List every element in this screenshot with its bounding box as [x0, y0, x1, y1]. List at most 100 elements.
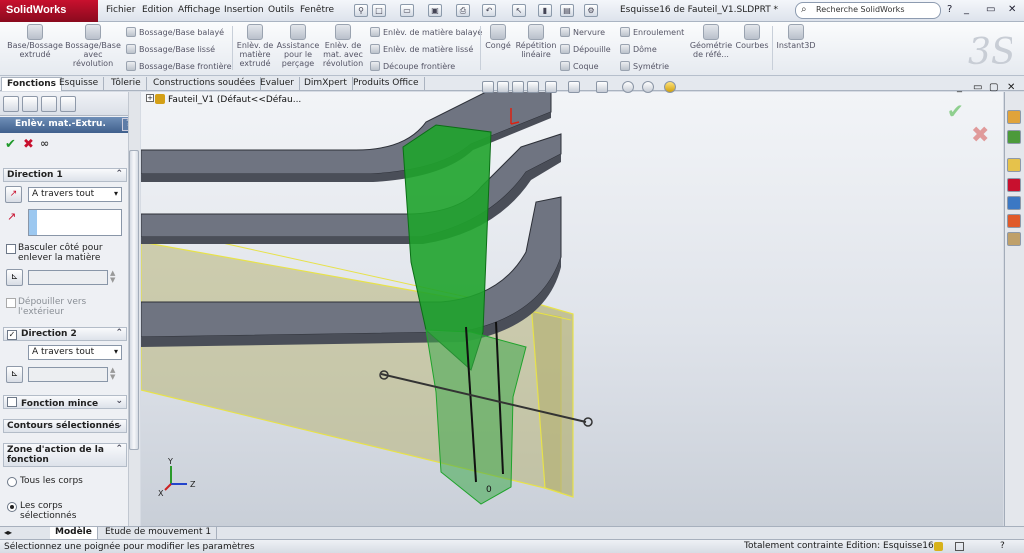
lofted-cut-button[interactable]: Enlèv. de matière lissé	[370, 44, 473, 54]
options-icon[interactable]: ⚙	[584, 4, 598, 17]
boundary-boss-button[interactable]: Bossage/Base frontière	[126, 61, 232, 71]
shell-button[interactable]: Coque	[560, 61, 599, 71]
select-icon[interactable]: ↖	[512, 4, 526, 17]
extruded-cut-button[interactable]: Enlèv. de matière extrudé	[234, 24, 276, 68]
viewport-restore-icon[interactable]: ▭	[973, 82, 982, 93]
thin-feature-checkbox[interactable]	[7, 397, 17, 407]
hole-wizard-button[interactable]: Assistance pour le perçage	[276, 24, 320, 68]
draft-button[interactable]: Dépouille	[560, 44, 611, 54]
model-view[interactable]: 0 Y Z X ✔ ✖	[141, 92, 1003, 526]
scope-header[interactable]: Zone d'action de la fonction ⌃	[3, 443, 127, 467]
confirm-cancel-icon[interactable]: ✖	[971, 123, 989, 148]
wrap-button[interactable]: Enroulement	[620, 27, 684, 37]
tab-dimxpert[interactable]: DimXpert	[299, 77, 353, 91]
open-icon[interactable]: ▭	[400, 4, 414, 17]
revolve-boss-button[interactable]: Bossage/Base avec révolution	[64, 24, 122, 68]
ok-icon[interactable]: ✔	[5, 137, 16, 152]
tab-tolerie[interactable]: Tôlerie	[106, 77, 147, 91]
menu-outils[interactable]: Outils	[268, 5, 294, 15]
view-palette-icon[interactable]	[1007, 178, 1021, 192]
design-library-icon[interactable]	[1007, 130, 1021, 144]
pm-scroll-thumb[interactable]	[129, 150, 139, 450]
reference-geometry-button[interactable]: Géométrie de réfé...	[688, 24, 734, 59]
extrude-boss-button[interactable]: Base/Bossage extrudé	[6, 24, 64, 59]
instant3d-button[interactable]: Instant3D	[774, 24, 818, 50]
tab-scroll-icon[interactable]: ◂▸	[4, 528, 12, 537]
curves-button[interactable]: Courbes	[734, 24, 770, 50]
file-explorer-icon[interactable]	[1007, 158, 1021, 172]
tab-esquisse[interactable]: Esquisse	[54, 77, 105, 91]
flip-side-checkbox[interactable]	[6, 244, 16, 254]
zoom-area-icon[interactable]	[497, 81, 509, 93]
units-icon[interactable]	[955, 542, 964, 551]
draft-angle-field[interactable]	[28, 270, 108, 285]
draft-toggle-2-icon[interactable]: ⊾	[6, 366, 23, 383]
contours-header[interactable]: Contours sélectionnés ⌄	[3, 419, 127, 433]
section-view-icon[interactable]	[527, 81, 539, 93]
menu-edition[interactable]: Edition	[142, 5, 173, 15]
view-orientation-icon[interactable]	[545, 81, 557, 93]
tab-evaluer[interactable]: Evaluer	[255, 77, 300, 91]
reverse-direction-icon[interactable]: ↗	[5, 186, 22, 203]
revolved-cut-button[interactable]: Enlèv. de mat. avec révolution	[320, 24, 366, 68]
mirror-button[interactable]: Symétrie	[620, 61, 669, 71]
all-bodies-radio[interactable]	[7, 477, 17, 487]
expand-tree-icon[interactable]: +	[146, 94, 154, 102]
viewport-minimize-icon[interactable]: _	[957, 82, 962, 93]
draft-angle-2-field[interactable]	[28, 367, 108, 382]
thin-feature-header[interactable]: Fonction mince ⌄	[3, 395, 127, 409]
direction1-header[interactable]: Direction 1 ⌃	[3, 168, 127, 182]
feature-tree-icon[interactable]	[3, 96, 19, 112]
pin-icon[interactable]: ⚲	[354, 4, 368, 17]
menu-insertion[interactable]: Insertion	[224, 5, 264, 15]
direction2-checkbox[interactable]: ✓	[7, 330, 17, 340]
viewport-maximize-icon[interactable]: ▢	[989, 82, 998, 93]
draft-toggle-icon[interactable]: ⊾	[6, 269, 23, 286]
configuration-icon[interactable]	[41, 96, 57, 112]
maximize-icon[interactable]: ▭	[986, 4, 995, 15]
menu-fichier[interactable]: Fichier	[106, 5, 135, 15]
scene-icon[interactable]	[642, 81, 654, 93]
appearances-icon[interactable]	[1007, 214, 1021, 228]
menu-fenetre[interactable]: Fenêtre	[300, 5, 334, 15]
confirm-ok-icon[interactable]: ✔	[947, 99, 964, 123]
solidworks-logo[interactable]: SolidWorks	[0, 0, 98, 22]
zoom-fit-icon[interactable]	[482, 81, 494, 93]
selected-bodies-radio[interactable]	[7, 502, 17, 512]
boundary-cut-button[interactable]: Découpe frontière	[370, 61, 455, 71]
spin-icon[interactable]: ▲ ▼	[110, 367, 115, 381]
search-input[interactable]: Recherche SolidWorks	[795, 2, 941, 19]
file-properties-icon[interactable]: ▤	[560, 4, 574, 17]
property-manager-icon[interactable]	[22, 96, 38, 112]
fillet-button[interactable]: Congé	[482, 24, 514, 50]
lofted-boss-button[interactable]: Bossage/Base lissé	[126, 44, 215, 54]
appearance-icon[interactable]	[622, 81, 634, 93]
minimize-icon[interactable]: _	[964, 4, 969, 15]
custom-properties-icon[interactable]	[1007, 232, 1021, 246]
new-document-icon[interactable]: □	[372, 4, 386, 17]
direction2-header[interactable]: ✓ Direction 2 ⌃	[3, 327, 127, 341]
spin-icon[interactable]: ▲ ▼	[110, 270, 115, 284]
swept-boss-button[interactable]: Bossage/Base balayé	[126, 27, 224, 37]
tab-etude-mouvement[interactable]: Etude de mouvement 1	[100, 527, 218, 539]
realview-icon[interactable]	[664, 81, 676, 93]
cancel-icon[interactable]: ✖	[23, 137, 34, 152]
help-icon[interactable]: ?	[947, 4, 952, 15]
direction-selection-box[interactable]	[28, 209, 122, 236]
previous-view-icon[interactable]	[512, 81, 524, 93]
draft-outward-checkbox[interactable]	[6, 298, 16, 308]
tab-fonctions[interactable]: Fonctions	[1, 77, 63, 91]
hide-show-icon[interactable]	[596, 81, 608, 93]
linear-pattern-button[interactable]: Répétition linéaire	[514, 24, 558, 59]
preview-icon[interactable]: ∞	[40, 137, 49, 150]
feature-tree-root[interactable]: Fauteil_V1 (Défaut<<Défau...	[168, 95, 301, 105]
end-condition-select-1[interactable]: A travers tout ▾	[28, 187, 122, 202]
tab-produits-office[interactable]: Produits Office	[348, 77, 425, 91]
help-icon[interactable]: ?	[1000, 541, 1005, 551]
undo-icon[interactable]: ↶	[482, 4, 496, 17]
rib-button[interactable]: Nervure	[560, 27, 605, 37]
swept-cut-button[interactable]: Enlèv. de matière balayé	[370, 27, 482, 37]
menu-affichage[interactable]: Affichage	[178, 5, 220, 15]
rail-body-2[interactable]	[141, 133, 562, 238]
tab-constructions-soudees[interactable]: Constructions soudées	[148, 77, 262, 91]
